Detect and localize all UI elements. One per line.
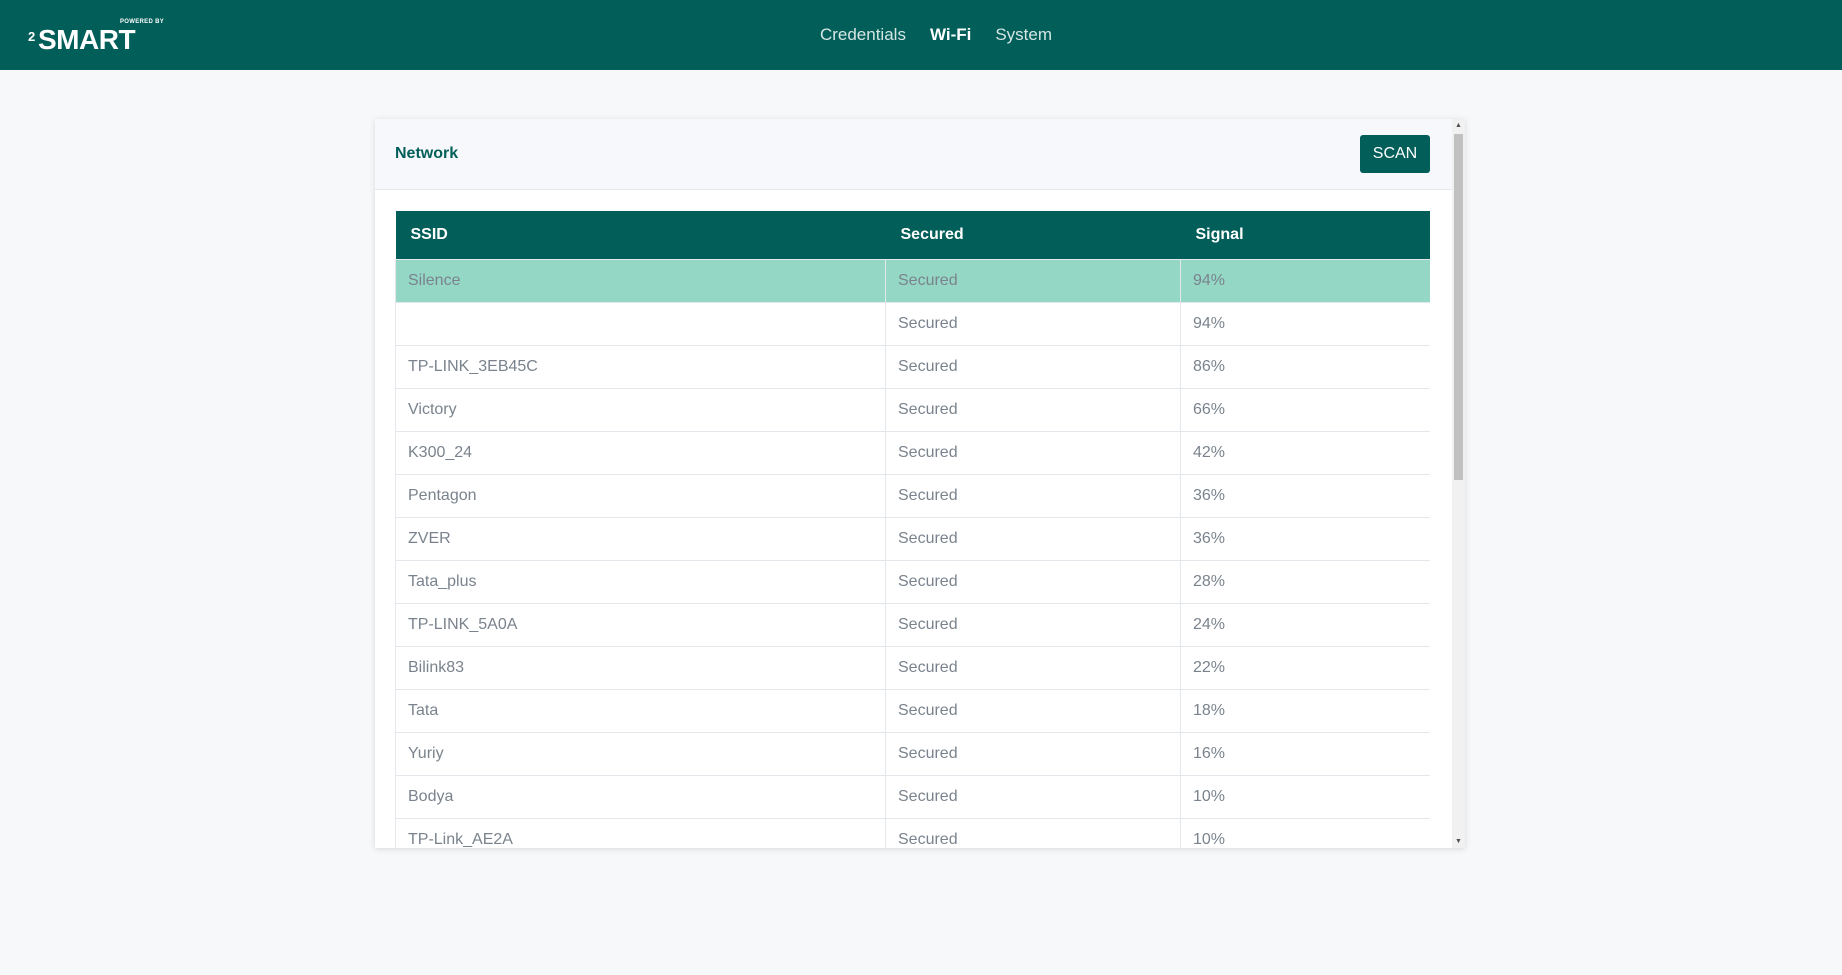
cell-secured: Secured	[885, 645, 1181, 690]
network-panel: Network SCAN SSID Secured Signal Silence…	[375, 119, 1465, 848]
cell-secured: Secured	[885, 774, 1181, 819]
table-row[interactable]: Tata Secured 18%	[395, 688, 1430, 733]
table-row[interactable]: Tata_plus Secured 28%	[395, 559, 1430, 604]
cell-signal: 94%	[1180, 258, 1430, 303]
scrollbar-thumb[interactable]	[1454, 134, 1463, 480]
cell-secured: Secured	[885, 559, 1181, 604]
table-row[interactable]: TP-LINK_3EB45C Secured 86%	[395, 344, 1430, 389]
cell-signal: 42%	[1180, 430, 1430, 475]
cell-secured: Secured	[885, 688, 1181, 733]
column-header-secured: Secured	[885, 211, 1181, 259]
nav-item-credentials[interactable]: Credentials	[820, 0, 906, 70]
panel-scrollbar[interactable]: ▲ ▼	[1452, 119, 1465, 848]
cell-signal: 86%	[1180, 344, 1430, 389]
cell-ssid: Bilink83	[395, 645, 886, 690]
cell-ssid: K300_24	[395, 430, 886, 475]
cell-ssid	[395, 301, 886, 346]
cell-secured: Secured	[885, 258, 1181, 303]
cell-secured: Secured	[885, 817, 1181, 848]
cell-ssid: Pentagon	[395, 473, 886, 518]
table-row[interactable]: Yuriy Secured 16%	[395, 731, 1430, 776]
table-row[interactable]: ZVER Secured 36%	[395, 516, 1430, 561]
main-nav: Credentials Wi-Fi System	[0, 0, 1842, 70]
panel-title: Network	[395, 145, 459, 162]
cell-ssid: TP-LINK_5A0A	[395, 602, 886, 647]
table-row[interactable]: TP-Link_AE2A Secured 10%	[395, 817, 1430, 848]
cell-secured: Secured	[885, 301, 1181, 346]
cell-secured: Secured	[885, 731, 1181, 776]
nav-item-system[interactable]: System	[995, 0, 1052, 70]
nav-item-wifi[interactable]: Wi-Fi	[930, 0, 971, 70]
cell-secured: Secured	[885, 430, 1181, 475]
table-row[interactable]: Victory Secured 66%	[395, 387, 1430, 432]
column-header-signal: Signal	[1180, 211, 1430, 259]
cell-signal: 10%	[1180, 774, 1430, 819]
cell-ssid: TP-Link_AE2A	[395, 817, 886, 848]
cell-ssid: Silence	[395, 258, 886, 303]
cell-ssid: Tata	[395, 688, 886, 733]
cell-secured: Secured	[885, 516, 1181, 561]
cell-signal: 66%	[1180, 387, 1430, 432]
panel-header: Network SCAN	[375, 119, 1452, 190]
scroll-up-arrow-icon[interactable]: ▲	[1452, 119, 1465, 132]
table-row[interactable]: Silence Secured 94%	[395, 258, 1430, 303]
table-header-row: SSID Secured Signal	[395, 211, 1430, 259]
network-table-container: SSID Secured Signal Silence Secured 94% …	[395, 211, 1430, 848]
cell-ssid: TP-LINK_3EB45C	[395, 344, 886, 389]
cell-ssid: Victory	[395, 387, 886, 432]
table-row[interactable]: K300_24 Secured 42%	[395, 430, 1430, 475]
column-header-ssid: SSID	[395, 211, 886, 259]
cell-ssid: Yuriy	[395, 731, 886, 776]
cell-signal: 10%	[1180, 817, 1430, 848]
top-navigation-bar: POWERED BY 2 SMART Credentials Wi-Fi Sys…	[0, 0, 1842, 70]
cell-signal: 16%	[1180, 731, 1430, 776]
cell-ssid: Tata_plus	[395, 559, 886, 604]
cell-signal: 24%	[1180, 602, 1430, 647]
cell-ssid: Bodya	[395, 774, 886, 819]
cell-signal: 36%	[1180, 473, 1430, 518]
table-row[interactable]: Bodya Secured 10%	[395, 774, 1430, 819]
network-table: SSID Secured Signal Silence Secured 94% …	[395, 211, 1430, 848]
cell-signal: 28%	[1180, 559, 1430, 604]
cell-signal: 36%	[1180, 516, 1430, 561]
table-row[interactable]: TP-LINK_5A0A Secured 24%	[395, 602, 1430, 647]
cell-secured: Secured	[885, 473, 1181, 518]
scan-button[interactable]: SCAN	[1360, 135, 1430, 173]
cell-signal: 94%	[1180, 301, 1430, 346]
table-row[interactable]: Secured 94%	[395, 301, 1430, 346]
cell-signal: 22%	[1180, 645, 1430, 690]
table-row[interactable]: Bilink83 Secured 22%	[395, 645, 1430, 690]
table-row[interactable]: Pentagon Secured 36%	[395, 473, 1430, 518]
cell-secured: Secured	[885, 602, 1181, 647]
cell-secured: Secured	[885, 387, 1181, 432]
cell-ssid: ZVER	[395, 516, 886, 561]
scroll-down-arrow-icon[interactable]: ▼	[1452, 835, 1465, 848]
cell-secured: Secured	[885, 344, 1181, 389]
cell-signal: 18%	[1180, 688, 1430, 733]
